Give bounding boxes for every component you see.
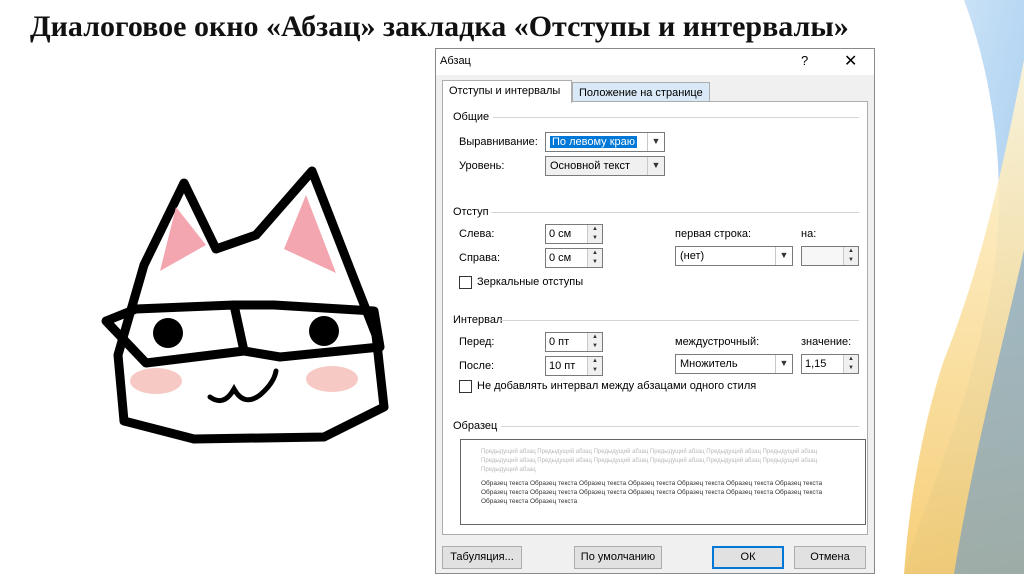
level-select[interactable]: Основной текст ▼ [545,156,665,176]
at-input[interactable]: 1,15 ▲ ▼ [801,354,859,374]
space-before-input[interactable]: 0 пт ▲ ▼ [545,332,603,352]
ok-button[interactable]: ОК [712,546,784,569]
alignment-value: По левому краю [550,136,637,148]
general-heading: Общие [453,111,490,123]
indent-right-label: Справа: [459,252,501,264]
preview-previous-line: Предыдущий абзац Предыдущий абзац Предыд… [481,449,818,455]
paragraph-dialog: Абзац ? ✕ Отступы и интервалы Положение … [435,48,875,574]
preview-previous-line: Предыдущий абзац [481,467,536,473]
indent-right-value: 0 см [549,252,572,264]
spacing-heading: Интервал [453,314,503,326]
slide-decoration [904,0,1024,574]
space-after-spinner[interactable]: ▲ ▼ [587,357,602,375]
mirror-indents-label: Зеркальные отступы [477,276,584,288]
tab-line-and-page-breaks[interactable]: Положение на странице [572,82,710,101]
preview-box: Предыдущий абзац Предыдущий абзац Предыд… [460,439,866,525]
space-before-label: Перед: [459,336,495,348]
space-after-value: 10 пт [549,360,576,372]
indent-right-input[interactable]: 0 см ▲ ▼ [545,248,603,268]
first-line-select[interactable]: (нет) ▼ [675,246,793,266]
by-input[interactable]: ▲ ▼ [801,246,859,266]
at-label: значение: [801,336,852,348]
cancel-button[interactable]: Отмена [794,546,866,569]
dialog-title: Абзац [440,55,471,67]
chevron-down-icon: ▼ [775,355,792,373]
chevron-down-icon: ▼ [775,247,792,265]
space-before-spinner[interactable]: ▲ ▼ [587,333,602,351]
preview-previous-line: Предыдущий абзац Предыдущий абзац Предыд… [481,458,818,464]
chevron-down-icon: ▼ [647,157,664,175]
indent-divider [491,212,859,213]
preview-sample-line: Образец текста Образец текста [481,498,578,505]
mirror-indents-checkbox[interactable] [459,276,472,289]
by-label: на: [801,228,817,240]
at-value: 1,15 [805,358,827,370]
line-spacing-value: Множитель [680,358,738,370]
alignment-select[interactable]: По левому краю ▼ [545,132,665,152]
space-after-label: После: [459,360,495,372]
indent-right-spinner[interactable]: ▲ ▼ [587,249,602,267]
preview-heading: Образец [453,420,498,432]
preview-divider [501,426,859,427]
set-default-button[interactable]: По умолчанию [574,546,662,569]
indent-left-input[interactable]: 0 см ▲ ▼ [545,224,603,244]
dialog-titlebar: Абзац ? ✕ [436,49,874,75]
general-divider [493,117,859,118]
indent-left-label: Слева: [459,228,495,240]
help-button[interactable]: ? [801,53,808,68]
level-value: Основной текст [550,160,630,172]
spacing-divider [501,320,859,321]
tabs-button[interactable]: Табуляция... [442,546,522,569]
tab-indents-and-spacing[interactable]: Отступы и интервалы [442,80,572,103]
chevron-down-icon: ▼ [647,133,664,151]
close-button[interactable]: ✕ [844,51,857,71]
at-spinner[interactable]: ▲ ▼ [843,355,858,373]
no-space-same-style-label: Не добавлять интервал между абзацами одн… [477,380,757,392]
no-space-same-style-checkbox[interactable] [459,380,472,393]
cat-illustration [84,145,404,451]
space-before-value: 0 пт [549,336,570,348]
indent-left-spinner[interactable]: ▲ ▼ [587,225,602,243]
preview-sample-line: Образец текста Образец текста Образец те… [481,480,823,487]
indent-heading: Отступ [453,206,489,218]
by-spinner[interactable]: ▲ ▼ [843,247,858,265]
level-label: Уровень: [459,160,505,172]
indent-left-value: 0 см [549,228,572,240]
preview-sample-line: Образец текста Образец текста Образец те… [481,489,823,496]
line-spacing-select[interactable]: Множитель ▼ [675,354,793,374]
alignment-label: Выравнивание: [459,136,538,148]
line-spacing-label: междустрочный: [675,336,760,348]
first-line-value: (нет) [680,250,705,262]
slide-title: Диалоговое окно «Абзац» закладка «Отступ… [30,10,849,43]
first-line-label: первая строка: [675,228,752,240]
space-after-input[interactable]: 10 пт ▲ ▼ [545,356,603,376]
